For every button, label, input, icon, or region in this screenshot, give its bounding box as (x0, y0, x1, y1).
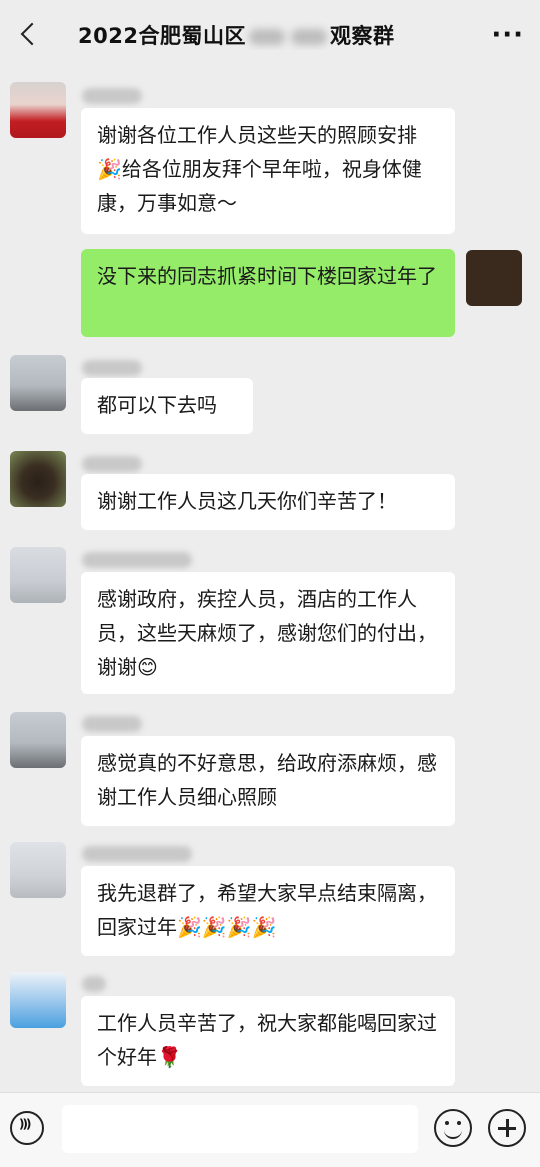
message-input[interactable] (62, 1105, 418, 1153)
sender-name-blurred (82, 716, 142, 732)
more-dots-icon[interactable]: ··· (484, 20, 524, 50)
avatar[interactable] (10, 972, 66, 1028)
avatar[interactable] (10, 355, 66, 411)
sender-name-blurred (82, 360, 142, 376)
message-bubble-self[interactable]: 没下来的同志抓紧时间下楼回家过年了 (81, 249, 455, 337)
sender-name-blurred (82, 976, 106, 992)
sender-name-blurred (82, 456, 142, 472)
message-list[interactable]: 谢谢各位工作人员这些天的照顾安排🎉给各位朋友拜个早年啦，祝身体健康，万事如意～ … (0, 70, 540, 1092)
input-bar (0, 1092, 540, 1167)
plus-icon[interactable] (488, 1109, 526, 1147)
emoji-icon[interactable] (434, 1109, 472, 1147)
message-bubble[interactable]: 都可以下去吗 (81, 378, 253, 434)
chat-title-prefix: 2022合肥蜀山区 (78, 24, 246, 48)
top-bar: 2022合肥蜀山区 观察群 ··· (0, 0, 540, 70)
chat-title: 2022合肥蜀山区 观察群 (78, 20, 484, 50)
sender-name-blurred (82, 88, 142, 104)
avatar[interactable] (10, 82, 66, 138)
avatar[interactable] (10, 842, 66, 898)
blurred-text (290, 29, 327, 45)
avatar[interactable] (10, 547, 66, 603)
message-bubble[interactable]: 感觉真的不好意思，给政府添麻烦，感谢工作人员细心照顾 (81, 736, 455, 826)
sender-name-blurred (82, 552, 192, 568)
message-bubble[interactable]: 谢谢工作人员这几天你们辛苦了！ (81, 474, 455, 530)
back-icon[interactable] (16, 23, 40, 47)
message-bubble[interactable]: 感谢政府，疾控人员，酒店的工作人员，这些天麻烦了，感谢您们的付出，谢谢😊 (81, 572, 455, 694)
message-bubble[interactable]: 我先退群了，希望大家早点结束隔离，回家过年🎉🎉🎉🎉 (81, 866, 455, 956)
sender-name-blurred (82, 846, 192, 862)
blurred-text (248, 29, 285, 45)
chat-title-suffix: 观察群 (329, 24, 395, 48)
avatar-self[interactable] (466, 250, 522, 306)
message-bubble[interactable]: 工作人员辛苦了，祝大家都能喝回家过个好年🌹 (81, 996, 455, 1086)
voice-icon[interactable] (10, 1111, 44, 1145)
avatar[interactable] (10, 712, 66, 768)
message-bubble[interactable]: 谢谢各位工作人员这些天的照顾安排🎉给各位朋友拜个早年啦，祝身体健康，万事如意～ (81, 108, 455, 234)
avatar[interactable] (10, 451, 66, 507)
